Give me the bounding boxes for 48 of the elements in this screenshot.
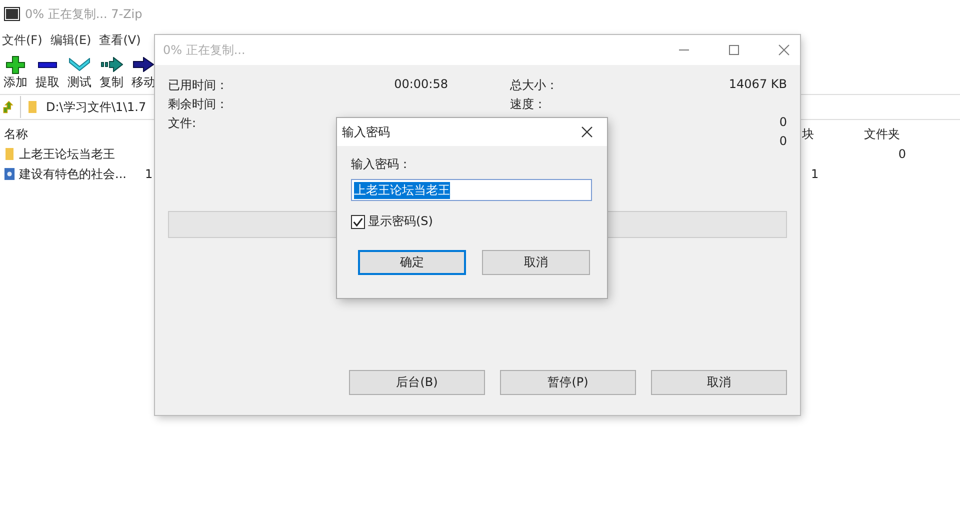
dialog-title: 0% 正在复制... bbox=[163, 42, 246, 58]
dashed-arrow-icon bbox=[100, 57, 122, 72]
app-icon bbox=[4, 7, 20, 21]
column-header[interactable]: 名称 bbox=[0, 126, 145, 142]
window-title: 0% 正在复制... 7-Zip bbox=[25, 6, 142, 22]
stat-value: 0 bbox=[779, 134, 787, 150]
toolbar-button[interactable]: 提取 bbox=[32, 56, 63, 94]
toolbar-button[interactable]: 复制 bbox=[96, 56, 127, 94]
dialog-title: 输入密码 bbox=[342, 124, 390, 140]
check-icon bbox=[69, 58, 90, 71]
plus-icon bbox=[6, 56, 25, 74]
close-icon[interactable] bbox=[581, 126, 593, 138]
stat-label: 总大小： bbox=[510, 77, 558, 94]
table-cell: 1 bbox=[145, 167, 153, 181]
menu-item[interactable]: 编辑(E) bbox=[50, 32, 92, 48]
dialog-button[interactable]: 确定 bbox=[358, 250, 466, 275]
password-field[interactable]: 上老王论坛当老王 bbox=[351, 179, 592, 201]
stat-label: 剩余时间： bbox=[168, 96, 228, 113]
stat-value: 14067 KB bbox=[728, 77, 787, 93]
table-cell: 0 bbox=[898, 147, 906, 161]
dialog-button[interactable]: 取消 bbox=[482, 250, 590, 275]
menu-item[interactable]: 文件(F) bbox=[2, 32, 42, 48]
folder-icon bbox=[27, 100, 38, 114]
up-folder-icon[interactable] bbox=[2, 100, 14, 114]
toolbar-button[interactable]: 添加 bbox=[0, 56, 31, 94]
stat-value: 0 bbox=[779, 115, 787, 131]
field-label: 输入密码： bbox=[351, 156, 412, 173]
file-name[interactable]: 上老王论坛当老王 bbox=[19, 146, 115, 162]
stat-value: 00:00:58 bbox=[394, 77, 448, 93]
stat-label: 速度： bbox=[510, 96, 546, 113]
file-name[interactable]: 建设有特色的社会... bbox=[19, 166, 126, 182]
maximize-icon[interactable] bbox=[728, 44, 740, 56]
stat-label: 已用时间： bbox=[168, 77, 228, 94]
dialog-button[interactable]: 暂停(P) bbox=[500, 370, 636, 395]
folder-icon bbox=[4, 147, 15, 161]
minus-icon bbox=[38, 62, 57, 68]
column-header[interactable]: 块 bbox=[801, 126, 860, 142]
table-cell: 1 bbox=[811, 167, 819, 181]
column-header[interactable]: 文件夹 bbox=[860, 126, 910, 142]
file-icon bbox=[4, 167, 15, 181]
checkbox[interactable] bbox=[351, 214, 365, 228]
stat-label: 文件: bbox=[168, 115, 196, 132]
arrow-icon bbox=[133, 57, 154, 72]
dialog-button[interactable]: 后台(B) bbox=[349, 370, 485, 395]
checkbox-label[interactable]: 显示密码(S) bbox=[368, 213, 433, 230]
menu-item[interactable]: 查看(V) bbox=[99, 32, 141, 48]
toolbar-button[interactable]: 测试 bbox=[64, 56, 95, 94]
dialog-button[interactable]: 取消 bbox=[651, 370, 787, 395]
